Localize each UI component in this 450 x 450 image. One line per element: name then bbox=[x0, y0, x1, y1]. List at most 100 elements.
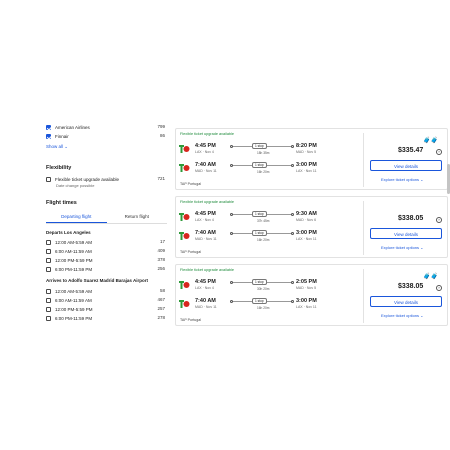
duration: 37h 45m bbox=[257, 219, 270, 223]
duration: 18h 35m bbox=[257, 151, 270, 155]
departure-time: 4:45 PM bbox=[195, 279, 216, 285]
filter-count: 86 bbox=[159, 133, 165, 138]
explore-ticket-options-link[interactable]: Explore ticket options ⌄ bbox=[381, 177, 424, 182]
destination-dot bbox=[291, 164, 294, 167]
flight-times-tabs: Departing flight Return flight bbox=[46, 211, 167, 224]
explore-label: Explore ticket options bbox=[381, 245, 420, 250]
checkbox[interactable] bbox=[46, 239, 51, 245]
baggage-icons: 🧳🧳 bbox=[423, 137, 438, 144]
tab-return-flight[interactable]: Return flight bbox=[107, 211, 168, 223]
filter-label: American Airlines bbox=[55, 124, 90, 130]
filter-depart-time[interactable]: 6:00 AM-11:59 AM bbox=[46, 247, 92, 255]
departure-info: LAX · Nov 4 bbox=[195, 218, 214, 222]
checkbox[interactable] bbox=[46, 124, 51, 130]
filter-count: 58 bbox=[159, 288, 165, 293]
stops-pill[interactable]: 1 stop bbox=[252, 298, 267, 304]
show-all-link[interactable]: Show all ⌄ bbox=[46, 144, 68, 150]
filter-depart-time[interactable]: 6:00 PM-11:59 PM bbox=[46, 265, 92, 273]
checkbox[interactable] bbox=[46, 248, 51, 254]
checkbox[interactable] bbox=[46, 176, 51, 182]
departs-group-title: Departs Los Angeles bbox=[46, 230, 91, 235]
arrival-time: 2:05 PM bbox=[296, 279, 317, 285]
stops-pill[interactable]: 1 stop bbox=[252, 279, 267, 285]
price: $338.05 bbox=[398, 283, 424, 290]
filter-depart-time[interactable]: 12:00 AM-5:59 AM bbox=[46, 238, 92, 246]
card-divider bbox=[363, 269, 364, 323]
explore-ticket-options-link[interactable]: Explore ticket options ⌄ bbox=[381, 313, 424, 318]
origin-dot bbox=[230, 232, 233, 235]
arrival-info: LAX · Nov 11 bbox=[296, 305, 317, 309]
arrival-info: MAD · Nov 5 bbox=[296, 150, 317, 154]
arrives-group-title: Arrives to Adolfo Suarez Madrid Barajas … bbox=[46, 278, 148, 283]
view-details-button[interactable]: View details bbox=[370, 160, 442, 171]
flight-result-card[interactable]: Flexible ticket upgrade available 4:45 P… bbox=[175, 264, 448, 326]
stops-pill[interactable]: 1 stop bbox=[252, 162, 267, 168]
arrival-time: 3:00 PM bbox=[296, 230, 317, 236]
filter-label: 12:00 AM-5:59 AM bbox=[55, 288, 93, 294]
page-background-top bbox=[0, 0, 450, 124]
outbound-segment: 4:45 PM LAX · Nov 4 1 stop 18h 35m 8:20 … bbox=[179, 143, 359, 157]
outbound-segment: 4:45 PM LAX · Nov 4 1 stop 37h 45m 9:30 … bbox=[179, 211, 359, 225]
flight-result-card[interactable]: Flexible ticket upgrade available 4:45 P… bbox=[175, 196, 448, 258]
checkbox[interactable] bbox=[46, 266, 51, 272]
filter-label: Flexible ticket upgrade available bbox=[55, 176, 120, 182]
tap-portugal-logo-icon bbox=[179, 213, 190, 221]
departure-info: LAX · Nov 4 bbox=[195, 286, 214, 290]
destination-dot bbox=[291, 281, 294, 284]
filter-label: 12:00 PM-5:59 PM bbox=[55, 306, 93, 312]
tap-portugal-logo-icon bbox=[179, 300, 190, 308]
filter-flexible-upgrade[interactable]: Flexible ticket upgrade available bbox=[46, 175, 119, 183]
arrival-time: 3:00 PM bbox=[296, 298, 317, 304]
chevron-down-icon: ⌄ bbox=[420, 177, 424, 182]
info-icon[interactable]: ? bbox=[436, 149, 442, 155]
filter-arrive-time[interactable]: 6:00 PM-11:59 PM bbox=[46, 314, 92, 322]
filter-count: 721 bbox=[157, 176, 165, 181]
flight-times-title: Flight times bbox=[46, 200, 77, 206]
tab-departing-flight[interactable]: Departing flight bbox=[46, 211, 107, 223]
checkbox[interactable] bbox=[46, 306, 51, 312]
airline-name: TAP Portugal bbox=[180, 250, 202, 254]
filter-arrive-time[interactable]: 12:00 PM-5:59 PM bbox=[46, 305, 93, 313]
card-divider bbox=[363, 201, 364, 255]
filter-airline-finnair[interactable]: Finnair bbox=[46, 132, 69, 140]
tap-portugal-logo-icon bbox=[179, 145, 190, 153]
filter-count: 467 bbox=[157, 297, 165, 302]
card-divider bbox=[363, 133, 364, 187]
stops-pill[interactable]: 1 stop bbox=[252, 211, 267, 217]
origin-dot bbox=[230, 213, 233, 216]
return-segment: 7:40 AM MAD · Nov 11 1 stop 16h 20m 3:00… bbox=[179, 230, 359, 244]
filter-arrive-time[interactable]: 12:00 AM-5:59 AM bbox=[46, 287, 92, 295]
checkbox[interactable] bbox=[46, 288, 51, 294]
arrival-info: LAX · Nov 11 bbox=[296, 169, 317, 173]
chevron-down-icon: ⌄ bbox=[420, 313, 424, 318]
stops-pill[interactable]: 1 stop bbox=[252, 230, 267, 236]
filter-label: Finnair bbox=[55, 133, 69, 139]
view-details-button[interactable]: View details bbox=[370, 228, 442, 239]
checkbox[interactable] bbox=[46, 257, 51, 263]
stops-pill[interactable]: 1 stop bbox=[252, 143, 267, 149]
departure-info: MAD · Nov 11 bbox=[195, 305, 217, 309]
flight-result-card[interactable]: Flexible ticket upgrade available 4:45 P… bbox=[175, 128, 448, 190]
view-details-button[interactable]: View details bbox=[370, 296, 442, 307]
checkbox[interactable] bbox=[46, 133, 51, 139]
checkbox[interactable] bbox=[46, 315, 51, 321]
filter-count: 278 bbox=[157, 315, 165, 320]
filter-count: 257 bbox=[157, 306, 165, 311]
info-icon[interactable]: ? bbox=[436, 285, 442, 291]
filter-airline-american[interactable]: American Airlines bbox=[46, 124, 90, 131]
info-icon[interactable]: ? bbox=[436, 217, 442, 223]
arrival-time: 3:00 PM bbox=[296, 162, 317, 168]
departure-time: 7:40 AM bbox=[195, 298, 216, 304]
show-all-label: Show all bbox=[46, 144, 64, 149]
filters-sidebar: American Airlines 799 Finnair 86 Show al… bbox=[42, 124, 167, 326]
filter-count: 799 bbox=[157, 124, 165, 129]
flexible-upgrade-badge: Flexible ticket upgrade available bbox=[180, 268, 235, 272]
duration: 16h 20m bbox=[257, 238, 270, 242]
explore-ticket-options-link[interactable]: Explore ticket options ⌄ bbox=[381, 245, 424, 250]
filter-arrive-time[interactable]: 6:00 AM-11:59 AM bbox=[46, 296, 92, 304]
filter-label: 6:00 PM-11:59 PM bbox=[55, 315, 93, 321]
checkbox[interactable] bbox=[46, 297, 51, 303]
filter-depart-time[interactable]: 12:00 PM-5:59 PM bbox=[46, 256, 93, 264]
arrival-info: MAD · Nov 5 bbox=[296, 286, 317, 290]
origin-dot bbox=[230, 164, 233, 167]
